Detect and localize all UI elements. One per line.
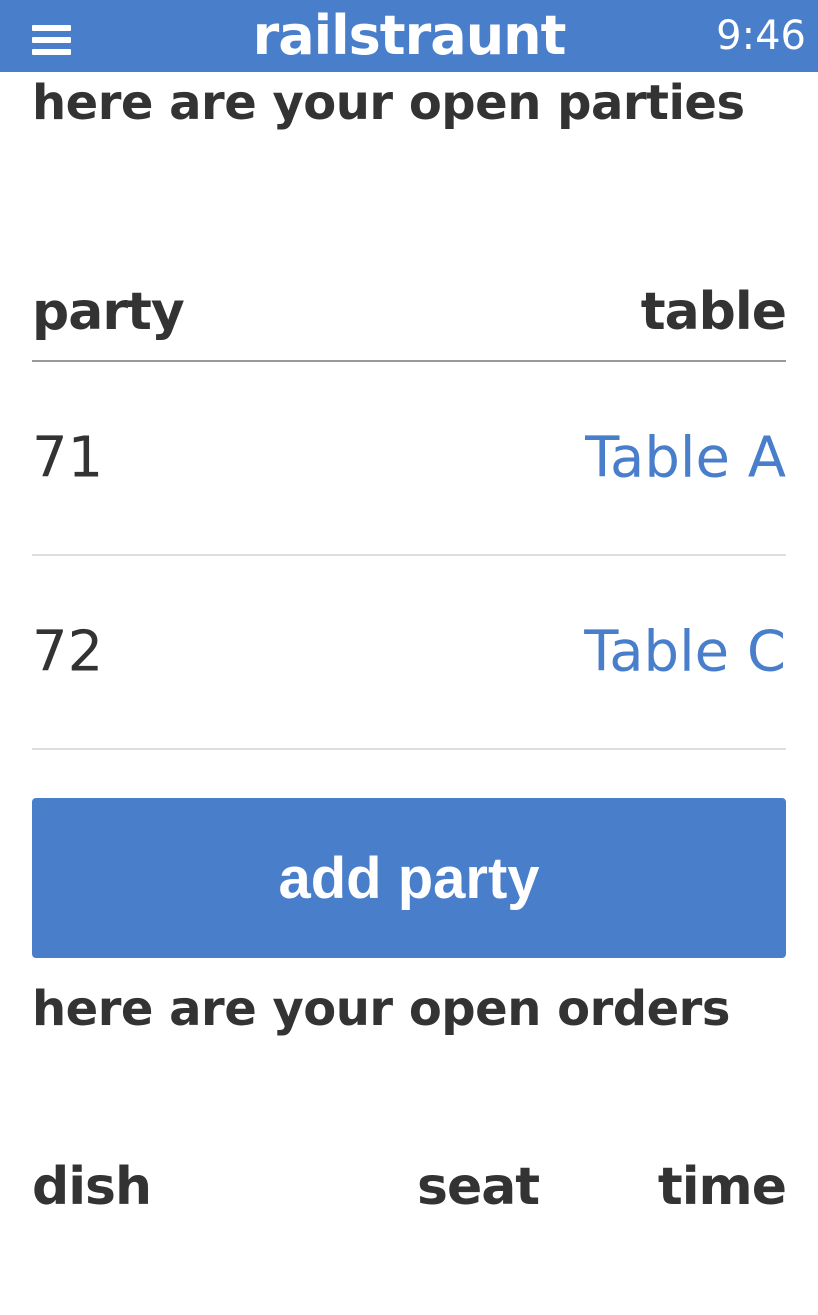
party-row: 72 Table C [32,556,786,750]
column-header-dish: dish [32,1157,152,1217]
parties-table-header: party table [32,232,787,362]
orders-section-title: here are your open orders [32,981,730,1037]
party-row: 71 Table A [32,362,786,556]
status-clock: 9:46 [716,13,806,59]
app-title[interactable]: railstraunt [0,4,818,68]
parties-section-title: here are your open parties [32,75,745,131]
add-party-button[interactable]: add party [32,798,786,958]
column-header-seat: seat [417,1157,540,1217]
table-link[interactable]: Table C [584,620,786,685]
party-number: 71 [32,425,104,491]
party-number: 72 [32,619,104,685]
column-header-table: table [640,282,787,342]
app-header: railstraunt 9:46 [0,0,818,72]
column-header-time: time [657,1157,787,1217]
table-link[interactable]: Table A [585,426,786,491]
main-content: here are your open parties party table 7… [32,72,787,1240]
orders-table-header: dish seat time [32,1040,787,1240]
column-header-party: party [32,282,185,342]
